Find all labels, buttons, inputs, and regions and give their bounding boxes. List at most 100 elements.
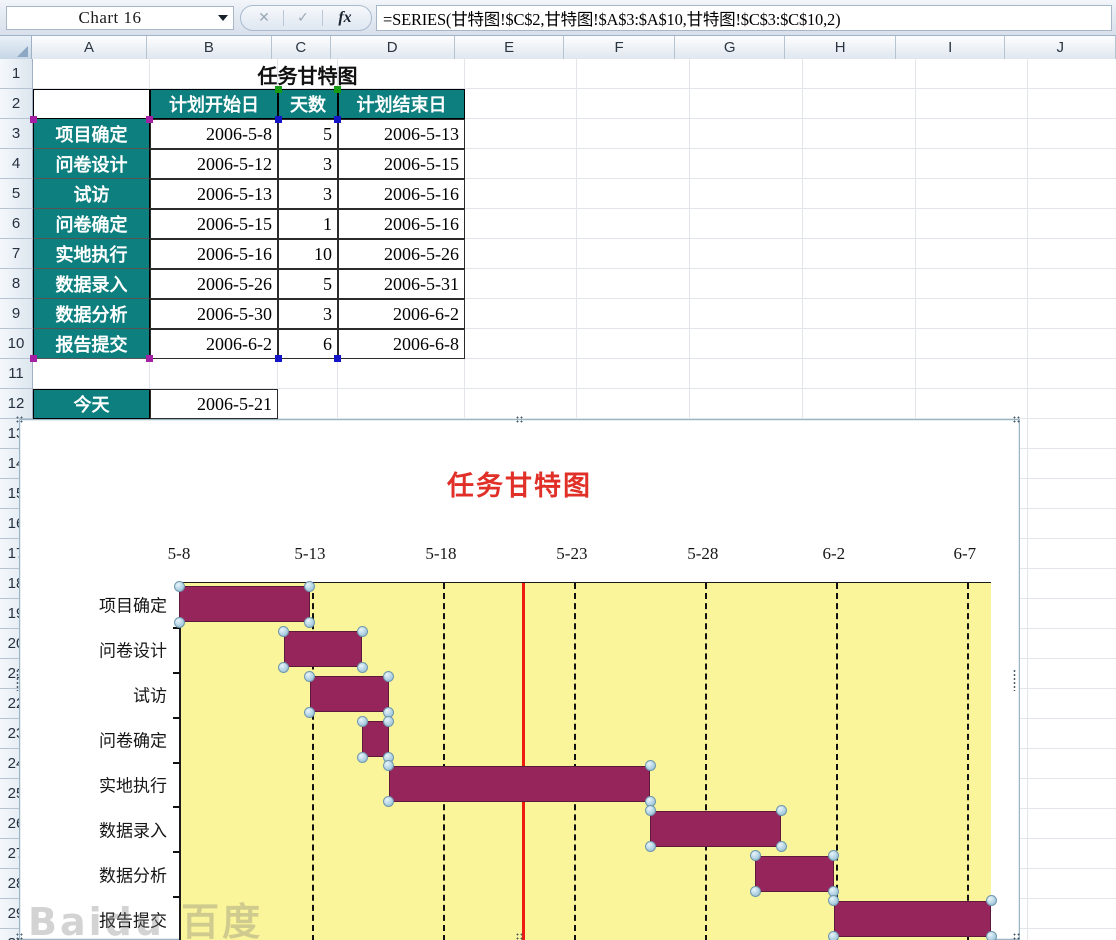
cell-days-5[interactable]: 3 [278,179,338,209]
data-point-handle[interactable] [356,625,368,637]
data-point-handle[interactable] [749,850,761,862]
column-title-end[interactable]: 计划结束日 [338,89,465,119]
column-header-A[interactable]: A [32,36,147,59]
cell-end-6[interactable]: 2006-5-16 [338,209,465,239]
chart-resize-grip[interactable] [16,933,25,940]
data-point-handle[interactable] [985,895,997,907]
range-handle-category[interactable] [30,116,37,123]
column-title-start[interactable]: 计划开始日 [150,89,278,119]
gantt-bar-3[interactable] [309,676,389,713]
gantt-bar-5[interactable] [388,765,651,802]
cell-days-9[interactable]: 3 [278,299,338,329]
row-header-3[interactable]: 3 [0,119,32,149]
row-header-1[interactable]: 1 [0,59,32,89]
cell-task-10[interactable]: 报告提交 [33,329,150,359]
cell-task-3[interactable]: 项目确定 [33,119,150,149]
gantt-bar-6[interactable] [650,810,782,847]
gantt-bar-1[interactable] [179,586,310,623]
column-header-I[interactable]: I [895,36,1006,59]
cell-task-7[interactable]: 实地执行 [33,239,150,269]
range-handle-category[interactable] [146,116,153,123]
column-header-H[interactable]: H [785,36,896,59]
column-title-task[interactable] [33,89,150,119]
cell-end-7[interactable]: 2006-5-26 [338,239,465,269]
fx-icon[interactable]: fx [323,7,367,29]
cell-start-4[interactable]: 2006-5-12 [150,149,278,179]
data-point-handle[interactable] [356,751,368,763]
column-title-days[interactable]: 天数 [278,89,338,119]
cell-end-10[interactable]: 2006-6-8 [338,329,465,359]
column-header-D[interactable]: D [330,36,455,59]
column-header-J[interactable]: J [1005,36,1116,59]
data-point-handle[interactable] [749,886,761,898]
range-handle-values[interactable] [275,355,282,362]
data-point-handle[interactable] [173,616,185,628]
data-point-handle[interactable] [828,931,840,940]
gantt-bar-4[interactable] [362,721,389,757]
cell-days-4[interactable]: 3 [278,149,338,179]
cell-today-label[interactable]: 今天 [33,389,150,419]
cell-end-8[interactable]: 2006-5-31 [338,269,465,299]
chevron-down-icon[interactable] [213,13,233,23]
data-point-handle[interactable] [985,931,997,940]
chart-resize-grip[interactable] [1013,668,1017,691]
gantt-chart-object[interactable]: 任务甘特图 5-8 5-13 5-18 5-23 5-28 6-2 6-7 项目确定 问卷设计试… [16,416,1022,940]
cell-start-5[interactable]: 2006-5-13 [150,179,278,209]
row-header-5[interactable]: 5 [0,179,32,209]
formula-input[interactable]: =SERIES(甘特图!$C$2,甘特图!$A$3:$A$10,甘特图!$C$3… [376,4,1112,31]
cell-days-10[interactable]: 6 [278,329,338,359]
data-point-handle[interactable] [383,670,395,682]
row-header-7[interactable]: 7 [0,239,32,269]
row-header-4[interactable]: 4 [0,149,32,179]
cell-task-4[interactable]: 问卷设计 [33,149,150,179]
data-point-handle[interactable] [356,661,368,673]
row-header-11[interactable]: 11 [0,359,32,389]
cell-days-7[interactable]: 10 [278,239,338,269]
name-box[interactable]: Chart 16 [6,5,234,30]
cell-end-5[interactable]: 2006-5-16 [338,179,465,209]
row-header-12[interactable]: 12 [0,389,32,419]
cell-days-6[interactable]: 1 [278,209,338,239]
row-header-2[interactable]: 2 [0,89,32,119]
row-header-9[interactable]: 9 [0,299,32,329]
column-header-F[interactable]: F [564,36,675,59]
cell-task-6[interactable]: 问卷确定 [33,209,150,239]
column-header-G[interactable]: G [674,36,786,59]
chart-resize-grip[interactable] [1013,933,1022,940]
chart-resize-grip[interactable] [515,933,525,940]
data-point-handle[interactable] [278,661,290,673]
cell-end-9[interactable]: 2006-6-2 [338,299,465,329]
cell-task-9[interactable]: 数据分析 [33,299,150,329]
accept-icon[interactable]: ✓ [284,7,322,29]
gantt-bar-7[interactable] [755,855,834,892]
row-header-6[interactable]: 6 [0,209,32,239]
cell-start-6[interactable]: 2006-5-15 [150,209,278,239]
cell-start-7[interactable]: 2006-5-16 [150,239,278,269]
chart-resize-grip[interactable] [16,416,25,425]
cell-end-3[interactable]: 2006-5-13 [338,119,465,149]
column-header-E[interactable]: E [454,36,565,59]
select-all-triangle-icon[interactable] [0,36,33,59]
row-header-10[interactable]: 10 [0,329,32,359]
cell-today-value[interactable]: 2006-5-21 [150,389,278,419]
column-header-B[interactable]: B [146,36,272,59]
range-handle-category[interactable] [30,355,37,362]
data-point-handle[interactable] [173,580,185,592]
cell-days-3[interactable]: 5 [278,119,338,149]
cell-task-8[interactable]: 数据录入 [33,269,150,299]
sheet-title[interactable]: 任务甘特图 [150,59,465,89]
gantt-bar-8[interactable] [833,900,991,937]
range-handle-values[interactable] [334,355,341,362]
data-point-handle[interactable] [356,715,368,727]
range-handle-name[interactable] [275,86,282,93]
row-header-8[interactable]: 8 [0,269,32,299]
cell-start-3[interactable]: 2006-5-8 [150,119,278,149]
range-handle-name[interactable] [334,86,341,93]
cell-end-4[interactable]: 2006-5-15 [338,149,465,179]
chart-resize-grip[interactable] [16,668,20,691]
range-handle-category[interactable] [146,355,153,362]
gantt-bar-2[interactable] [283,631,363,668]
range-handle-values[interactable] [275,116,282,123]
chart-resize-grip[interactable] [1013,416,1022,425]
range-handle-values[interactable] [334,116,341,123]
